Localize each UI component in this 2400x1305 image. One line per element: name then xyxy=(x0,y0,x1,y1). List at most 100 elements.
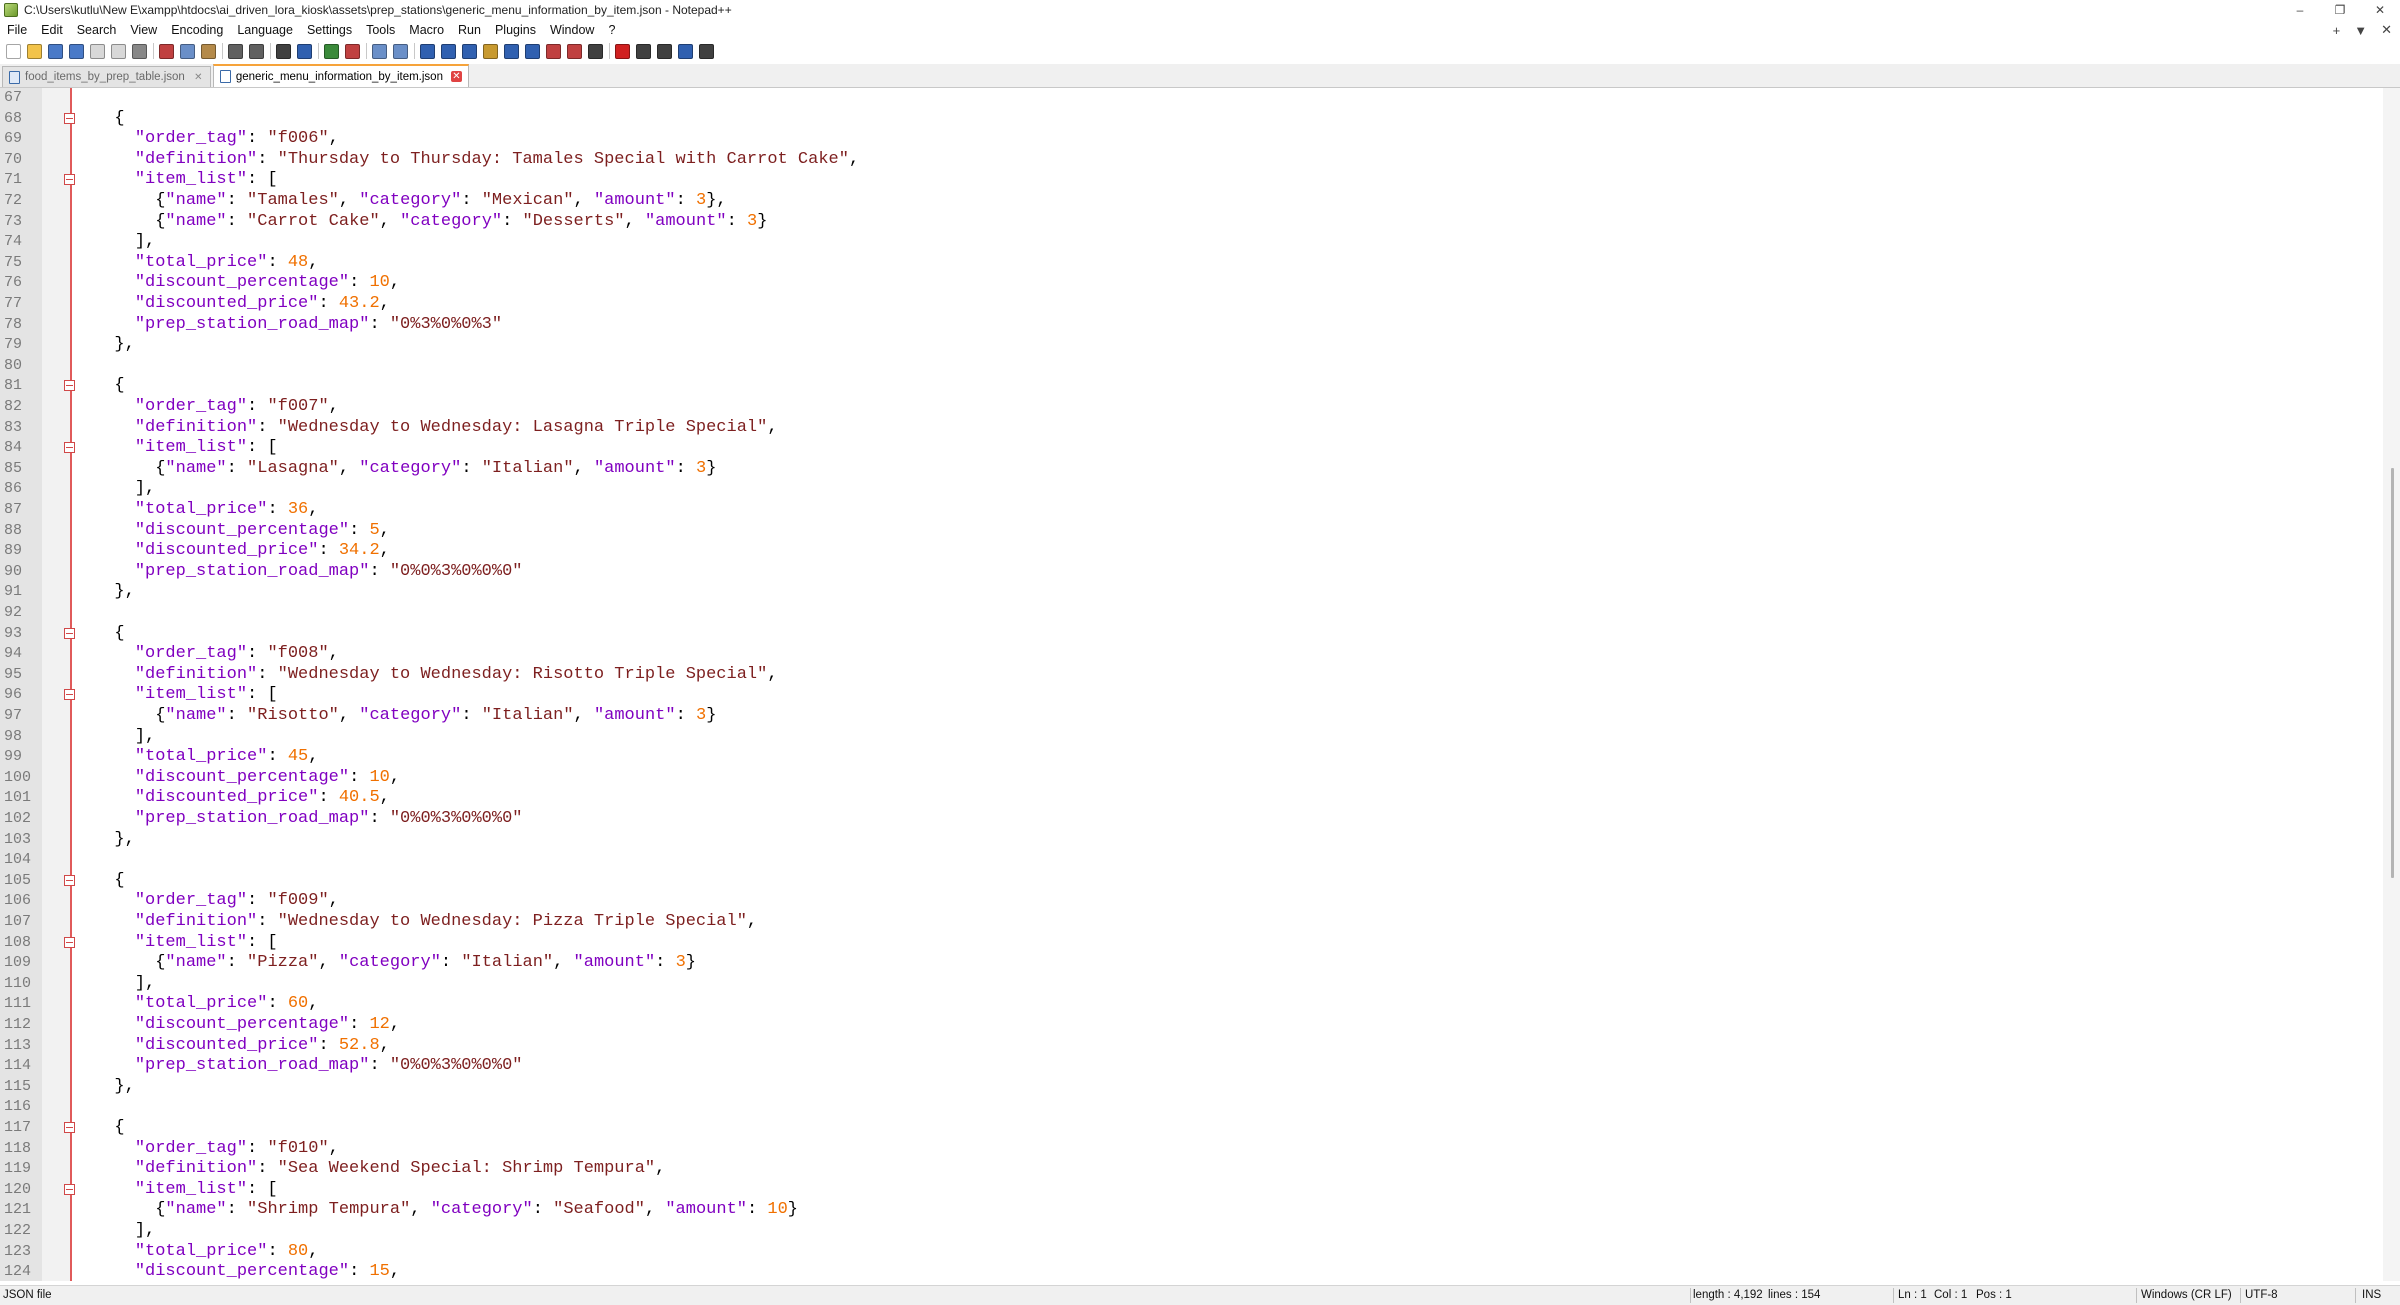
code-line[interactable]: 100 "discount_percentage": 10, xyxy=(0,768,2380,789)
new-tab-button[interactable]: + xyxy=(2333,23,2341,38)
menu-encoding[interactable]: Encoding xyxy=(164,23,230,37)
code-line[interactable]: 67 xyxy=(0,88,2380,109)
code-line[interactable]: 121 {"name": "Shrimp Tempura", "category… xyxy=(0,1200,2380,1221)
folder-workspace-icon[interactable] xyxy=(546,43,561,59)
code-line[interactable]: 91 }, xyxy=(0,582,2380,603)
code-line[interactable]: 77 "discounted_price": 43.2, xyxy=(0,294,2380,315)
save-macro-icon[interactable] xyxy=(699,43,714,59)
fold-toggle-icon[interactable] xyxy=(64,442,75,454)
paste-icon[interactable] xyxy=(201,43,216,59)
monitoring-icon[interactable] xyxy=(567,43,582,59)
code-line[interactable]: 94 "order_tag": "f008", xyxy=(0,644,2380,665)
replace-icon[interactable] xyxy=(297,43,312,59)
code-line[interactable]: 93 { xyxy=(0,624,2380,645)
menu-tools[interactable]: Tools xyxy=(359,23,402,37)
code-line[interactable]: 106 "order_tag": "f009", xyxy=(0,891,2380,912)
open-file-icon[interactable] xyxy=(27,43,42,59)
code-line[interactable]: 97 {"name": "Risotto", "category": "Ital… xyxy=(0,706,2380,727)
code-line[interactable]: 110 ], xyxy=(0,974,2380,995)
code-line[interactable]: 111 "total_price": 60, xyxy=(0,994,2380,1015)
code-line[interactable]: 96 "item_list": [ xyxy=(0,685,2380,706)
tab-list-button[interactable]: ▼ xyxy=(2354,23,2367,38)
code-line[interactable]: 73 {"name": "Carrot Cake", "category": "… xyxy=(0,212,2380,233)
menu-window[interactable]: Window xyxy=(543,23,601,37)
fold-toggle-icon[interactable] xyxy=(64,112,75,124)
code-line[interactable]: 80 xyxy=(0,356,2380,377)
code-line[interactable]: 103 }, xyxy=(0,830,2380,851)
cut-icon[interactable] xyxy=(159,43,174,59)
code-line[interactable]: 81 { xyxy=(0,376,2380,397)
code-line[interactable]: 117 { xyxy=(0,1118,2380,1139)
code-line[interactable]: 71 "item_list": [ xyxy=(0,170,2380,191)
menu-language[interactable]: Language xyxy=(230,23,300,37)
show-all-chars-icon[interactable] xyxy=(441,43,456,59)
function-list-icon[interactable] xyxy=(525,43,540,59)
code-line[interactable]: 85 {"name": "Lasagna", "category": "Ital… xyxy=(0,459,2380,480)
fold-toggle-icon[interactable] xyxy=(64,689,75,701)
copy-icon[interactable] xyxy=(180,43,195,59)
code-line[interactable]: 89 "discounted_price": 34.2, xyxy=(0,541,2380,562)
fold-toggle-icon[interactable] xyxy=(64,874,75,886)
code-line[interactable]: 104 xyxy=(0,850,2380,871)
menu-search[interactable]: Search xyxy=(70,23,124,37)
zoom-in-icon[interactable] xyxy=(324,43,339,59)
close-doc-button[interactable]: ✕ xyxy=(2381,22,2392,38)
code-line[interactable]: 69 "order_tag": "f006", xyxy=(0,129,2380,150)
code-line[interactable]: 114 "prep_station_road_map": "0%0%3%0%0%… xyxy=(0,1056,2380,1077)
word-wrap-icon[interactable] xyxy=(420,43,435,59)
code-line[interactable]: 84 "item_list": [ xyxy=(0,438,2380,459)
code-line[interactable]: 105 { xyxy=(0,871,2380,892)
fold-toggle-icon[interactable] xyxy=(64,1122,75,1133)
code-line[interactable]: 78 "prep_station_road_map": "0%3%0%0%3" xyxy=(0,315,2380,336)
code-line[interactable]: 95 "definition": "Wednesday to Wednesday… xyxy=(0,665,2380,686)
code-line[interactable]: 107 "definition": "Wednesday to Wednesda… xyxy=(0,912,2380,933)
code-line[interactable]: 98 ], xyxy=(0,727,2380,748)
vertical-scrollbar[interactable] xyxy=(2383,88,2400,1281)
code-line[interactable]: 75 "total_price": 48, xyxy=(0,253,2380,274)
print-icon[interactable] xyxy=(132,43,147,59)
status-eol[interactable]: Windows (CR LF) xyxy=(2141,1289,2232,1301)
code-line[interactable]: 86 ], xyxy=(0,479,2380,500)
record-macro-icon[interactable] xyxy=(615,43,630,59)
fold-toggle-icon[interactable] xyxy=(64,380,75,392)
menu-settings[interactable]: Settings xyxy=(300,23,359,37)
save-all-icon[interactable] xyxy=(69,43,84,59)
code-line[interactable]: 102 "prep_station_road_map": "0%0%3%0%0%… xyxy=(0,809,2380,830)
code-line[interactable]: 108 "item_list": [ xyxy=(0,933,2380,954)
code-line[interactable]: 123 "total_price": 80, xyxy=(0,1242,2380,1263)
code-line[interactable]: 87 "total_price": 36, xyxy=(0,500,2380,521)
code-line[interactable]: 76 "discount_percentage": 10, xyxy=(0,273,2380,294)
status-encoding[interactable]: UTF-8 xyxy=(2245,1289,2278,1301)
code-line[interactable]: 119 "definition": "Sea Weekend Special: … xyxy=(0,1159,2380,1180)
run-macro-multiple-icon[interactable] xyxy=(678,43,693,59)
code-line[interactable]: 82 "order_tag": "f007", xyxy=(0,397,2380,418)
minimize-button[interactable]: – xyxy=(2280,0,2320,20)
code-line[interactable]: 68 { xyxy=(0,109,2380,130)
menu-edit[interactable]: Edit xyxy=(34,23,70,37)
close-icon[interactable] xyxy=(90,43,105,59)
play-macro-icon[interactable] xyxy=(657,43,672,59)
code-line[interactable]: 92 xyxy=(0,603,2380,624)
indent-guide-icon[interactable] xyxy=(462,43,477,59)
code-line[interactable]: 113 "discounted_price": 52.8, xyxy=(0,1036,2380,1057)
code-line[interactable]: 79 }, xyxy=(0,335,2380,356)
fold-toggle-icon[interactable] xyxy=(64,627,75,639)
code-line[interactable]: 115 }, xyxy=(0,1077,2380,1098)
new-file-icon[interactable] xyxy=(6,43,21,59)
code-line[interactable]: 74 ], xyxy=(0,232,2380,253)
code-line[interactable]: 70 "definition": "Thursday to Thursday: … xyxy=(0,150,2380,171)
code-line[interactable]: 120 "item_list": [ xyxy=(0,1180,2380,1201)
code-line[interactable]: 99 "total_price": 45, xyxy=(0,747,2380,768)
code-line[interactable]: 112 "discount_percentage": 12, xyxy=(0,1015,2380,1036)
sync-vertical-icon[interactable] xyxy=(372,43,387,59)
code-line[interactable]: 83 "definition": "Wednesday to Wednesday… xyxy=(0,418,2380,439)
fold-toggle-icon[interactable] xyxy=(64,1183,75,1195)
menu-file[interactable]: File xyxy=(0,23,34,37)
redo-icon[interactable] xyxy=(249,43,264,59)
code-line[interactable]: 124 "discount_percentage": 15, xyxy=(0,1262,2380,1281)
tab-close-icon[interactable]: ✕ xyxy=(193,72,204,83)
tab-close-icon[interactable]: ✕ xyxy=(450,71,462,82)
sync-horizontal-icon[interactable] xyxy=(393,43,408,59)
code-line[interactable]: 72 {"name": "Tamales", "category": "Mexi… xyxy=(0,191,2380,212)
find-icon[interactable] xyxy=(276,43,291,59)
